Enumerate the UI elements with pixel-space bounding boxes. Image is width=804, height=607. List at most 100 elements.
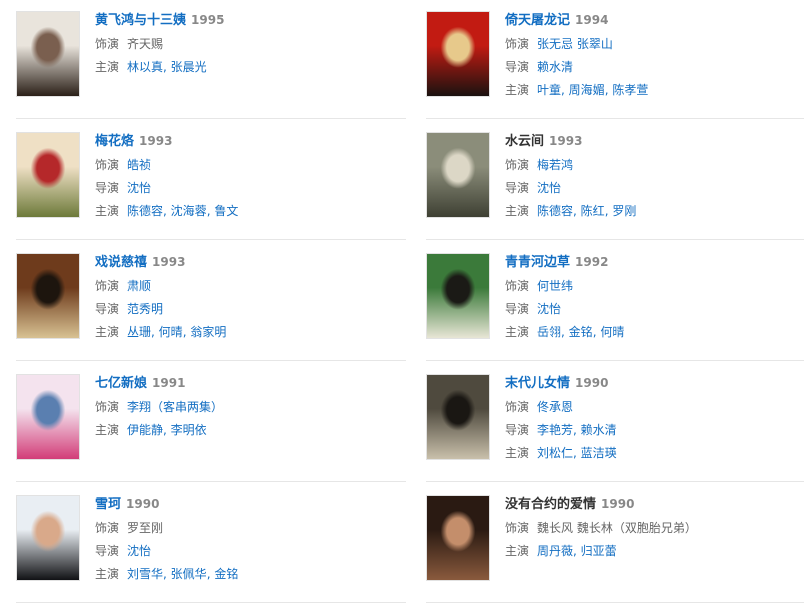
film-title[interactable]: 青青河边草 (505, 255, 570, 270)
cast-member-link[interactable]: 罗刚 (612, 204, 636, 218)
film-year: 1990 (575, 376, 609, 390)
cast-member-link[interactable]: 金铭 (214, 567, 238, 581)
row-divider (16, 360, 406, 361)
director-label: 导演 (505, 181, 530, 195)
role-row: 饰演 何世纬 (505, 278, 573, 294)
cast-member-link[interactable]: 陈孝萱 (612, 83, 648, 97)
cast-row: 主演 陈德容, 沈海蓉, 鲁文 (95, 203, 238, 219)
row-divider (426, 239, 804, 240)
cast-member-link[interactable]: 陈德容 (127, 204, 163, 218)
row-divider (426, 118, 804, 119)
film-title[interactable]: 末代儿女情 (505, 376, 570, 391)
role-row: 饰演 罗至刚 (95, 520, 163, 536)
film-item: 倚天屠龙记 1994 饰演 张无忌 张翠山 导演 赖水清 主演 叶童, 周海媚, 陈孝萱 (426, 0, 804, 120)
film-title[interactable]: 雪珂 (95, 497, 121, 512)
film-item: 末代儿女情 1990 饰演 佟承恩 导演 李艳芳, 赖水清 主演 刘松仁, 蓝洁瑛 (426, 363, 804, 483)
director-value[interactable]: 沈怡 (127, 544, 151, 558)
cast-separator: , (163, 423, 171, 437)
poster-image[interactable] (426, 11, 490, 97)
director-label: 导演 (95, 302, 120, 316)
role-value[interactable]: 皓祯 (127, 158, 151, 172)
cast-member-link[interactable]: 叶童 (537, 83, 561, 97)
role-label: 饰演 (505, 400, 530, 414)
poster-image[interactable] (426, 132, 490, 218)
cast-separator: , (163, 60, 171, 74)
cast-member-link[interactable]: 蓝洁瑛 (581, 446, 617, 460)
role-value[interactable]: 佟承恩 (537, 400, 573, 414)
cast-separator: , (163, 567, 171, 581)
poster-image[interactable] (426, 374, 490, 460)
cast-member-link[interactable]: 伊能静 (127, 423, 163, 437)
cast-member-link[interactable]: 鲁文 (214, 204, 238, 218)
role-row: 饰演 肃顺 (95, 278, 151, 294)
cast-member-link[interactable]: 刘松仁 (537, 446, 573, 460)
role-value[interactable]: 梅若鸿 (537, 158, 573, 172)
director-value[interactable]: 李艳芳, 赖水清 (537, 423, 617, 437)
cast-member-link[interactable]: 何晴 (600, 325, 624, 339)
poster-image[interactable] (16, 132, 80, 218)
cast-separator: , (573, 544, 581, 558)
cast-member-link[interactable]: 陈红 (581, 204, 605, 218)
poster-image[interactable] (16, 253, 80, 339)
poster-image[interactable] (16, 11, 80, 97)
role-value[interactable]: 何世纬 (537, 279, 573, 293)
poster-image[interactable] (426, 495, 490, 581)
cast-row: 主演 叶童, 周海媚, 陈孝萱 (505, 82, 648, 98)
film-title[interactable]: 七亿新娘 (95, 376, 147, 391)
cast-member-link[interactable]: 岳翎 (537, 325, 561, 339)
film-year: 1992 (575, 255, 609, 269)
poster-image[interactable] (426, 253, 490, 339)
poster-image[interactable] (16, 495, 80, 581)
cast-separator: , (573, 446, 581, 460)
cast-member-link[interactable]: 翁家明 (190, 325, 226, 339)
role-row: 饰演 魏长风 魏长林（双胞胎兄弟） (505, 520, 697, 536)
film-title-row: 末代儿女情 1990 (505, 375, 608, 392)
film-title[interactable]: 黄飞鸿与十三姨 (95, 13, 186, 28)
role-label: 饰演 (95, 279, 120, 293)
cast-member-link[interactable]: 周海媚 (569, 83, 605, 97)
role-value: 罗至刚 (127, 521, 164, 535)
director-label: 导演 (505, 60, 530, 74)
role-label: 饰演 (505, 158, 530, 172)
cast-member-link[interactable]: 刘雪华 (127, 567, 163, 581)
director-value[interactable]: 沈怡 (127, 181, 151, 195)
film-year: 1990 (126, 497, 160, 511)
film-title[interactable]: 倚天屠龙记 (505, 13, 570, 28)
film-item: 青青河边草 1992 饰演 何世纬 导演 沈怡 主演 岳翎, 金铭, 何晴 (426, 242, 804, 362)
film-title: 水云间 (505, 134, 545, 149)
cast-member-link[interactable]: 金铭 (569, 325, 593, 339)
cast-member-link[interactable]: 沈海蓉 (171, 204, 207, 218)
film-title-row: 倚天屠龙记 1994 (505, 12, 608, 29)
film-item: 水云间 1993 饰演 梅若鸿 导演 沈怡 主演 陈德容, 陈红, 罗刚 (426, 121, 804, 241)
cast-member-link[interactable]: 李明依 (171, 423, 207, 437)
director-label: 导演 (505, 423, 530, 437)
row-divider (426, 360, 804, 361)
film-title[interactable]: 梅花烙 (95, 134, 134, 149)
cast-member-link[interactable]: 丛珊 (127, 325, 151, 339)
cast-member-link[interactable]: 陈德容 (537, 204, 573, 218)
director-label: 导演 (95, 181, 120, 195)
cast-member-link[interactable]: 张晨光 (171, 60, 207, 74)
cast-member-link[interactable]: 林以真 (127, 60, 163, 74)
film-year: 1995 (191, 13, 225, 27)
cast-row: 主演 林以真, 张晨光 (95, 59, 207, 75)
poster-image[interactable] (16, 374, 80, 460)
row-divider (426, 602, 804, 603)
director-value[interactable]: 赖水清 (537, 60, 573, 74)
role-value[interactable]: 张无忌 张翠山 (537, 37, 613, 51)
role-value[interactable]: 李翔（客串两集） (127, 400, 223, 414)
film-item: 七亿新娘 1991 饰演 李翔（客串两集） 主演 伊能静, 李明依 (16, 363, 404, 483)
cast-member-link[interactable]: 周丹薇 (537, 544, 573, 558)
cast-member-link[interactable]: 归亚蕾 (581, 544, 617, 558)
role-row: 饰演 梅若鸿 (505, 157, 573, 173)
director-row: 导演 赖水清 (505, 59, 573, 75)
director-value[interactable]: 范秀明 (127, 302, 163, 316)
director-row: 导演 沈怡 (95, 180, 151, 196)
cast-member-link[interactable]: 张佩华 (171, 567, 207, 581)
role-value[interactable]: 肃顺 (127, 279, 151, 293)
cast-member-link[interactable]: 何晴 (159, 325, 183, 339)
director-value[interactable]: 沈怡 (537, 181, 561, 195)
role-row: 饰演 齐天赐 (95, 36, 163, 52)
director-value[interactable]: 沈怡 (537, 302, 561, 316)
film-title[interactable]: 戏说慈禧 (95, 255, 147, 270)
